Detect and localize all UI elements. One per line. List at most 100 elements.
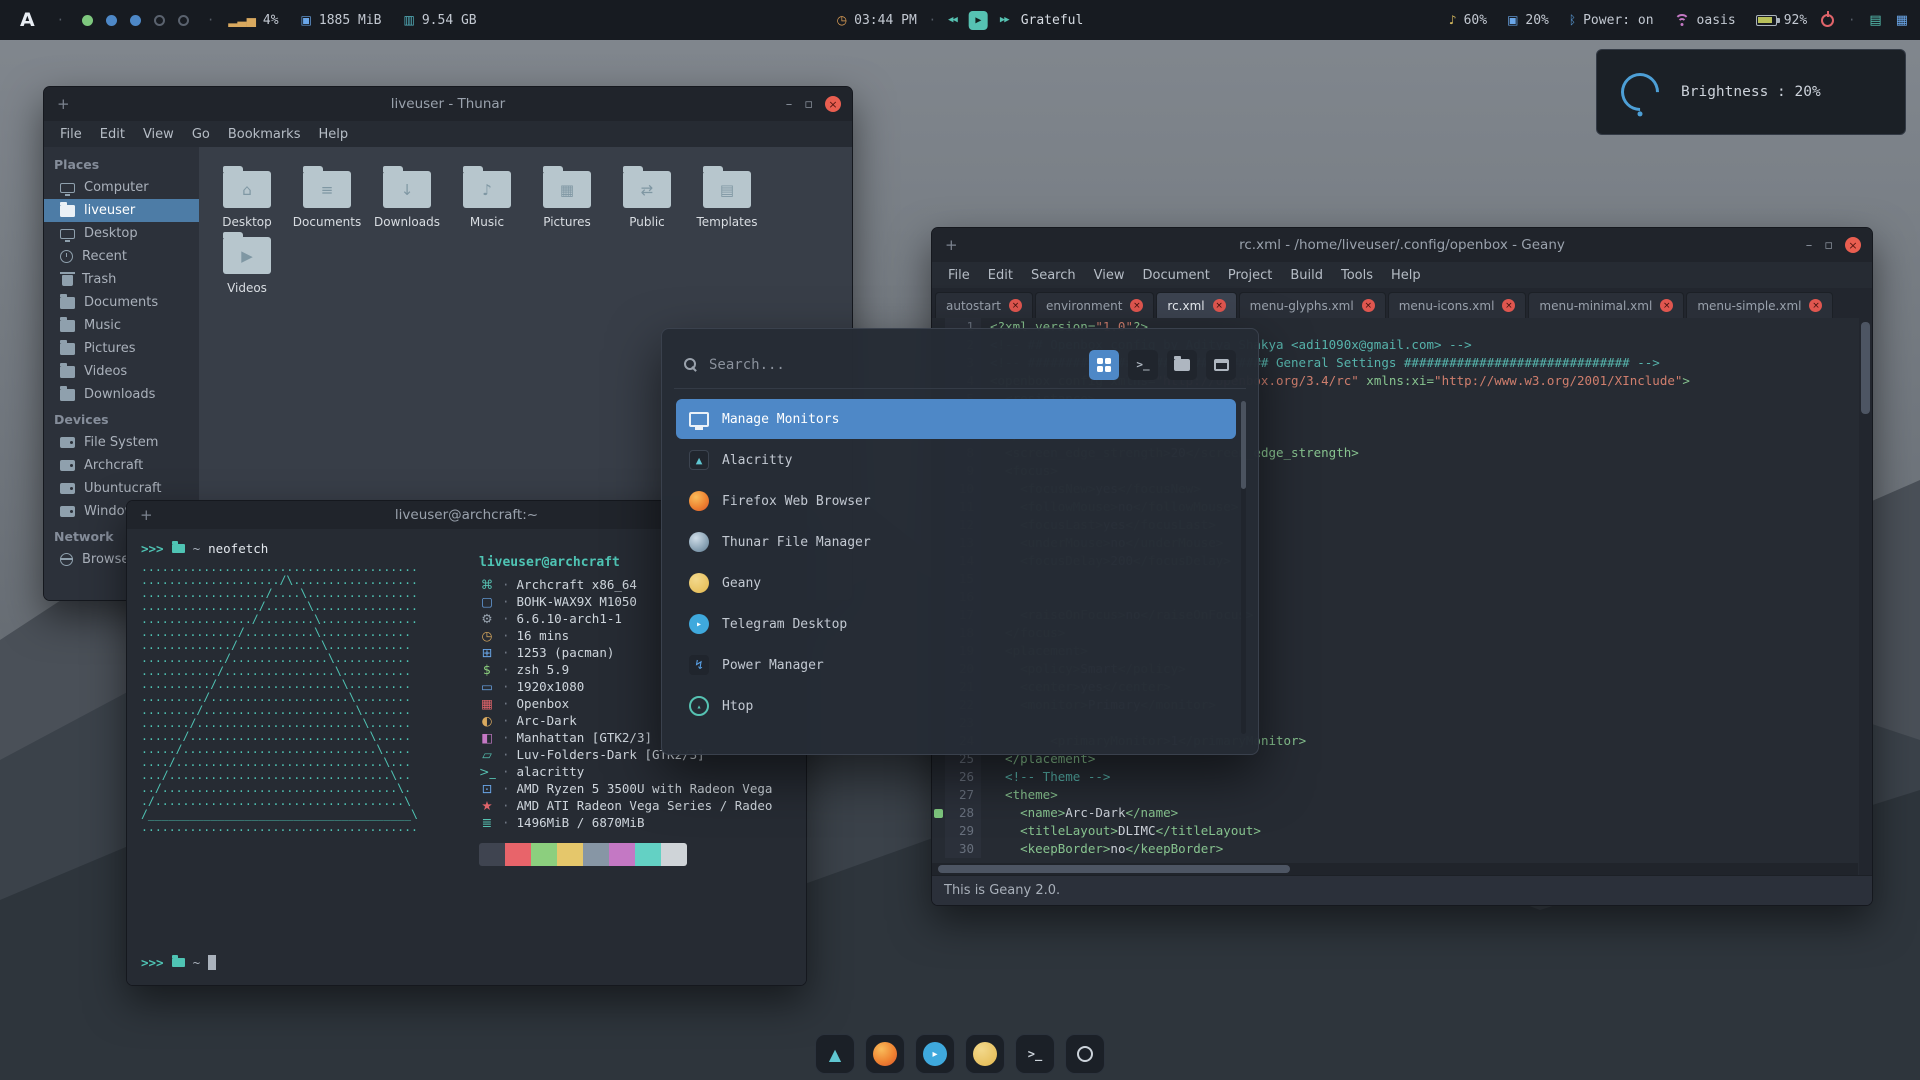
horizontal-scrollbar[interactable] (932, 863, 1858, 875)
launcher-item-thunar-file-manager[interactable]: Thunar File Manager (676, 522, 1236, 562)
thunar-menu-view[interactable]: View (135, 125, 182, 144)
tab-autostart[interactable]: autostart× (935, 292, 1033, 318)
minimize-icon[interactable]: – (1806, 238, 1813, 253)
thunar-menu-help[interactable]: Help (310, 125, 356, 144)
geany-menu-project[interactable]: Project (1220, 266, 1280, 285)
launcher-item-htop[interactable]: ▴Htop (676, 686, 1236, 726)
minimize-icon[interactable]: – (786, 97, 793, 112)
tab-menu-glyphs-xml[interactable]: menu-glyphs.xml× (1239, 292, 1386, 318)
folder-public[interactable]: ⇄Public (607, 163, 687, 229)
thunar-menu-file[interactable]: File (52, 125, 90, 144)
geany-menu-view[interactable]: View (1086, 266, 1133, 285)
media-previous-icon[interactable]: ◀◀ (948, 15, 957, 25)
sidebar-item-trash[interactable]: Trash (44, 268, 199, 291)
power-icon[interactable] (1821, 14, 1834, 27)
geany-menu-build[interactable]: Build (1282, 266, 1331, 285)
geany-menu-file[interactable]: File (940, 266, 978, 285)
tab-rc-xml[interactable]: rc.xml× (1156, 292, 1236, 318)
workspace-2-indicator[interactable] (106, 15, 117, 26)
geany-titlebar[interactable]: + rc.xml - /home/liveuser/.config/openbo… (932, 228, 1872, 262)
media-play-icon[interactable]: ▶ (969, 11, 988, 30)
media-next-icon[interactable]: ▶▶ (1000, 15, 1009, 25)
geany-menu-help[interactable]: Help (1383, 266, 1429, 285)
code-line-28: 28 <name>Arc-Dark</name> (932, 804, 1872, 822)
folder-pictures[interactable]: ▦Pictures (527, 163, 607, 229)
launcher-item-telegram-desktop[interactable]: ▸Telegram Desktop (676, 604, 1236, 644)
geany-menu-edit[interactable]: Edit (980, 266, 1021, 285)
tab-close-icon[interactable]: × (1130, 299, 1143, 312)
dock-item-geany[interactable] (965, 1034, 1005, 1074)
tab-close-icon[interactable]: × (1809, 299, 1822, 312)
archcraft-logo-icon[interactable]: A (12, 9, 43, 31)
sidebar-item-pictures[interactable]: Pictures (44, 337, 199, 360)
launcher-item-power-manager[interactable]: ↯Power Manager (676, 645, 1236, 685)
tray-panel-icon[interactable]: ▦ (1896, 13, 1908, 28)
sidebar-item-documents[interactable]: Documents (44, 291, 199, 314)
files-mode-button[interactable] (1167, 350, 1197, 380)
sidebar-item-computer[interactable]: Computer (44, 176, 199, 199)
sidebar-item-desktop[interactable]: Desktop (44, 222, 199, 245)
dock-item-firefox[interactable] (865, 1034, 905, 1074)
thunar-titlebar[interactable]: + liveuser - Thunar – ▫ × (44, 87, 852, 121)
brightness-notification[interactable]: Brightness : 20% (1596, 49, 1906, 135)
close-icon[interactable]: × (1845, 237, 1861, 253)
tab-menu-simple-xml[interactable]: menu-simple.xml× (1686, 292, 1833, 318)
launcher-item-alacritty[interactable]: ▲Alacritty (676, 440, 1236, 480)
thunar-menu-edit[interactable]: Edit (92, 125, 133, 144)
tab-close-icon[interactable]: × (1009, 299, 1022, 312)
maximize-icon[interactable]: ▫ (1824, 238, 1833, 253)
window-plus-icon[interactable]: + (57, 95, 70, 113)
tab-menu-icons-xml[interactable]: menu-icons.xml× (1388, 292, 1527, 318)
workspace-3-indicator[interactable] (130, 15, 141, 26)
workspace-5-indicator[interactable] (178, 15, 189, 26)
geany-menu-document[interactable]: Document (1134, 266, 1217, 285)
thunar-menu-go[interactable]: Go (184, 125, 218, 144)
search-input[interactable]: Search... (709, 357, 1077, 373)
tab-close-icon[interactable]: × (1660, 299, 1673, 312)
folder-music[interactable]: ♪Music (447, 163, 527, 229)
sidebar-item-archcraft[interactable]: Archcraft (44, 454, 199, 477)
folder-templates[interactable]: ▤Templates (687, 163, 767, 229)
window-plus-icon[interactable]: + (945, 236, 958, 254)
folder-documents[interactable]: ≡Documents (287, 163, 367, 229)
workspace-1-indicator[interactable] (82, 15, 93, 26)
volume-icon: ♪ (1449, 13, 1457, 27)
launcher-item-manage-monitors[interactable]: Manage Monitors (676, 399, 1236, 439)
info-text: AMD Ryzen 5 3500U with Radeon Vega (517, 780, 773, 797)
info-separator: · (502, 644, 510, 661)
rofi-scrollbar[interactable] (1241, 401, 1246, 734)
thunar-menu-bookmarks[interactable]: Bookmarks (220, 125, 309, 144)
sidebar-item-recent[interactable]: Recent (44, 245, 199, 268)
tab-menu-minimal-xml[interactable]: menu-minimal.xml× (1528, 292, 1684, 318)
window-plus-icon[interactable]: + (140, 506, 153, 524)
sidebar-item-downloads[interactable]: Downloads (44, 383, 199, 406)
sidebar-item-liveuser[interactable]: liveuser (44, 199, 199, 222)
launcher-item-firefox-web-browser[interactable]: Firefox Web Browser (676, 481, 1236, 521)
run-mode-button[interactable]: >_ (1128, 350, 1158, 380)
maximize-icon[interactable]: ▫ (804, 97, 813, 112)
tab-environment[interactable]: environment× (1035, 292, 1154, 318)
dock-item-launcher[interactable] (1065, 1034, 1105, 1074)
dock-item-telegram[interactable]: ▸ (915, 1034, 955, 1074)
workspace-4-indicator[interactable] (154, 15, 165, 26)
folder-downloads[interactable]: ↓Downloads (367, 163, 447, 229)
dock-item-terminal[interactable]: >_ (1015, 1034, 1055, 1074)
apps-mode-button[interactable] (1089, 350, 1119, 380)
geany-menu-tools[interactable]: Tools (1333, 266, 1381, 285)
sidebar-item-videos[interactable]: Videos (44, 360, 199, 383)
dock-item-alacritty[interactable]: ▲ (815, 1034, 855, 1074)
geany-menu-search[interactable]: Search (1023, 266, 1084, 285)
close-icon[interactable]: × (825, 96, 841, 112)
folder-desktop[interactable]: ⌂Desktop (207, 163, 287, 229)
sidebar-item-music[interactable]: Music (44, 314, 199, 337)
tab-close-icon[interactable]: × (1502, 299, 1515, 312)
sidebar-item-ubuntucraft[interactable]: Ubuntucraft (44, 477, 199, 500)
folder-videos[interactable]: ▶Videos (207, 229, 287, 295)
tab-close-icon[interactable]: × (1213, 299, 1226, 312)
windows-mode-button[interactable] (1206, 350, 1236, 380)
sidebar-item-file-system[interactable]: File System (44, 431, 199, 454)
tray-grid-icon[interactable]: ▤ (1869, 13, 1881, 28)
tab-close-icon[interactable]: × (1362, 299, 1375, 312)
vertical-scrollbar[interactable] (1859, 318, 1872, 875)
launcher-item-geany[interactable]: Geany (676, 563, 1236, 603)
